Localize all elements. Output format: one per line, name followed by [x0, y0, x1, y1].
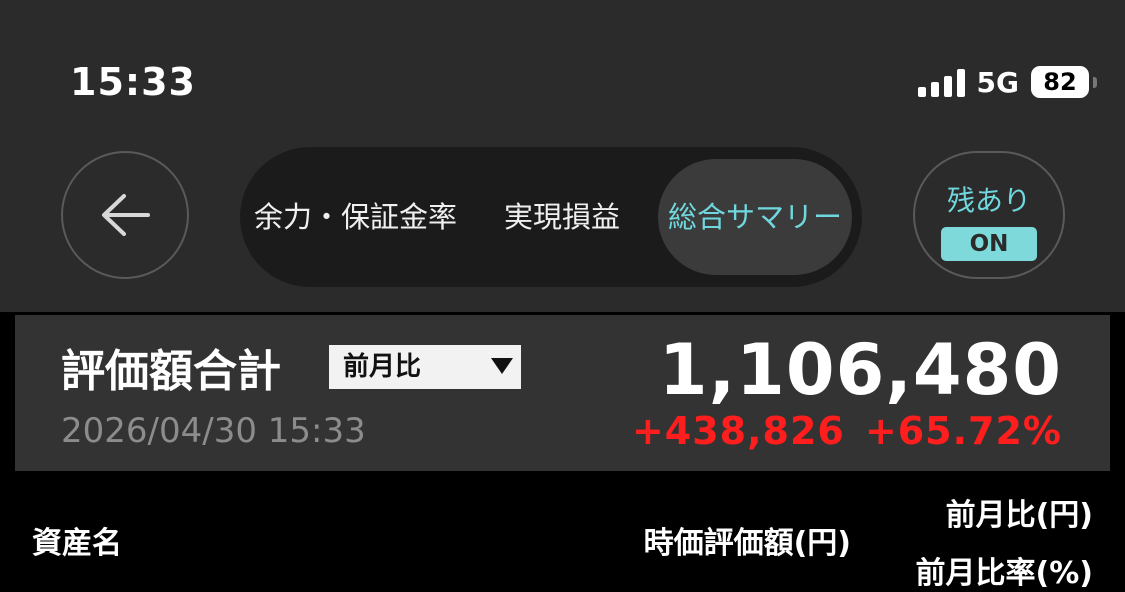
- tab-realized-pnl[interactable]: 実現損益: [504, 147, 620, 287]
- change-rate: +65.72%: [864, 409, 1062, 453]
- remaining-filter-button[interactable]: 残あり ON: [913, 151, 1065, 279]
- summary-title: 評価額合計: [61, 346, 281, 397]
- column-monthly-rate: 前月比率(%): [915, 556, 1093, 591]
- tab-margin-rate[interactable]: 余力・保証金率: [254, 147, 457, 287]
- back-button[interactable]: [61, 151, 189, 279]
- column-market-value: 時価評価額(円): [643, 526, 851, 561]
- arrow-left-icon: [102, 194, 150, 236]
- dropdown-arrow-icon: [491, 358, 513, 374]
- battery-icon: 82: [1031, 66, 1097, 98]
- remaining-filter-toggle[interactable]: ON: [941, 227, 1037, 261]
- valuation-summary-card: 評価額合計 前月比 2026/04/30 15:33 1,106,480 +43…: [15, 315, 1110, 471]
- valuation-change: +438,826 +65.72%: [632, 409, 1062, 453]
- column-asset-name: 資産名: [32, 526, 122, 561]
- network-type: 5G: [976, 65, 1019, 99]
- comparison-dropdown[interactable]: 前月比: [329, 345, 521, 389]
- summary-tabs: 余力・保証金率 実現損益 総合サマリー: [240, 147, 862, 287]
- summary-timestamp: 2026/04/30 15:33: [61, 411, 366, 451]
- change-amount: +438,826: [631, 409, 845, 453]
- top-header: 15:33 5G 82 余力・保証金率 実現損益 総合サマリー 残あり ON: [0, 0, 1125, 312]
- remaining-filter-label: 残あり: [946, 184, 1031, 217]
- comparison-selected-value: 前月比: [343, 352, 422, 382]
- column-monthly-diff: 前月比(円): [945, 498, 1093, 533]
- signal-icon: [917, 67, 965, 97]
- tab-total-summary[interactable]: 総合サマリー: [658, 159, 852, 275]
- status-icons: 5G 82: [917, 64, 1097, 100]
- total-valuation: 1,106,480: [658, 329, 1062, 411]
- status-time: 15:33: [70, 60, 196, 104]
